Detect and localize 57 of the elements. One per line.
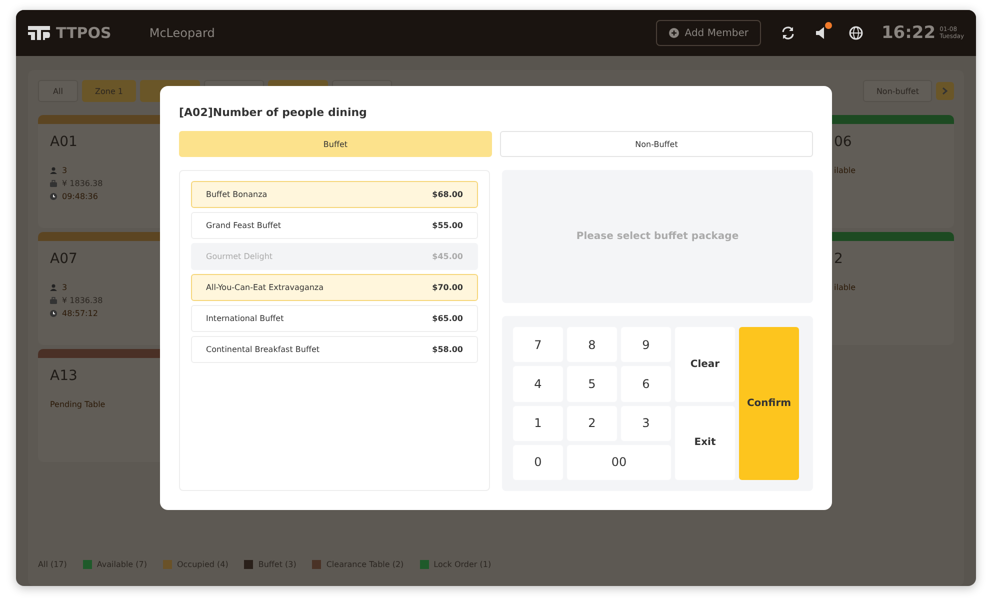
amount-text: ¥ 1836.38 — [62, 296, 103, 305]
digit-key[interactable]: 7 — [513, 327, 563, 362]
package-price: $45.00 — [432, 252, 463, 261]
digit-key[interactable]: 8 — [567, 327, 617, 362]
table-name: 06 — [834, 134, 852, 150]
package-item[interactable]: Continental Breakfast Buffet $58.00 — [191, 336, 478, 363]
bag-icon — [50, 180, 57, 187]
bag-icon — [50, 297, 57, 304]
package-item[interactable]: All-You-Can-Eat Extravaganza $70.00 — [191, 274, 478, 301]
chevron-right-icon — [942, 87, 948, 95]
add-member-button[interactable]: Add Member — [656, 20, 762, 46]
logo-icon — [28, 26, 50, 40]
digit-key[interactable]: 00 — [567, 444, 671, 480]
elapsed-time: 09:48:36 — [62, 192, 98, 201]
table-name: A07 — [50, 251, 78, 267]
clock-time: 16:22 — [881, 23, 936, 43]
digit-key[interactable]: 5 — [567, 366, 617, 402]
globe-icon[interactable] — [849, 26, 864, 40]
empty-message: Please select buffet package — [576, 231, 739, 242]
digit-key[interactable]: 1 — [513, 406, 563, 441]
plus-icon — [668, 28, 679, 38]
package-price: $70.00 — [432, 283, 463, 292]
package-price: $55.00 — [432, 221, 463, 230]
table-status: Pending Table — [50, 400, 106, 409]
table-status: ilable — [834, 283, 856, 292]
person-icon — [50, 284, 57, 291]
refresh-icon[interactable] — [781, 26, 796, 40]
package-price: $58.00 — [432, 345, 463, 354]
exit-button[interactable]: Exit — [675, 406, 735, 480]
table-name: 2 — [834, 251, 843, 267]
mode-tab[interactable]: Non-Buffet — [500, 131, 813, 157]
confirm-button[interactable]: Confirm — [739, 327, 799, 480]
clock-icon — [50, 193, 57, 200]
digit-key[interactable]: 2 — [567, 406, 617, 441]
mode-tab[interactable]: Buffet — [179, 131, 492, 157]
elapsed-time: 48:57:12 — [62, 309, 98, 318]
package-price: $65.00 — [432, 314, 463, 323]
guest-count: 3 — [62, 166, 68, 175]
clear-button[interactable]: Clear — [675, 327, 735, 402]
digit-key[interactable]: 9 — [621, 327, 671, 362]
package-item[interactable]: Buffet Bonanza $68.00 — [191, 181, 478, 208]
amount-text: ¥ 1836.38 — [62, 179, 103, 188]
table-name: A13 — [50, 368, 78, 384]
digit-key[interactable]: 3 — [621, 406, 671, 441]
table-name: A01 — [50, 134, 78, 150]
table-status: ilable — [834, 166, 856, 175]
digit-key[interactable]: 0 — [513, 444, 563, 480]
digit-key[interactable]: 6 — [621, 366, 671, 402]
package-item[interactable]: International Buffet $65.00 — [191, 305, 478, 332]
package-item[interactable]: Grand Feast Buffet $55.00 — [191, 212, 478, 239]
package-price: $68.00 — [432, 190, 463, 199]
brand-name: TTPOS — [56, 24, 112, 42]
person-icon — [50, 167, 57, 174]
clock-icon — [50, 310, 57, 317]
guest-count: 3 — [62, 283, 68, 292]
digit-key[interactable]: 4 — [513, 366, 563, 402]
store-name: McLeopard — [149, 26, 215, 40]
